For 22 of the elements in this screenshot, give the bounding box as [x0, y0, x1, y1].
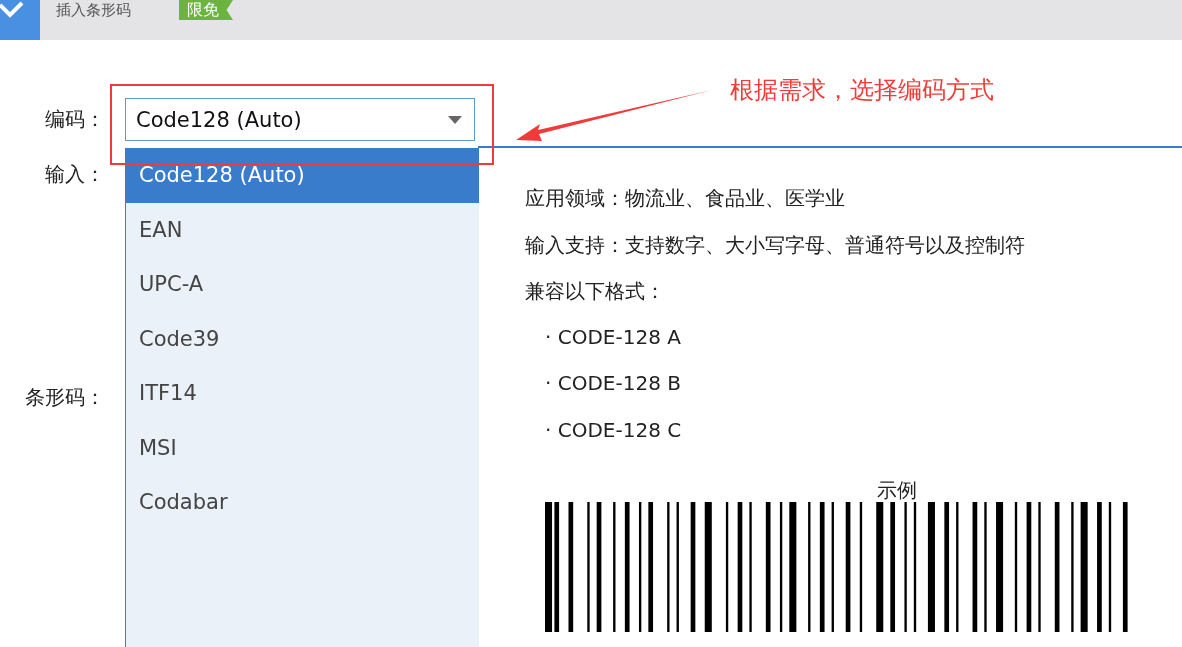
free-badge: 限免 [179, 0, 233, 20]
app-title: 插入条形码 [56, 0, 131, 20]
annotation-text: 根据需求，选择编码方式 [730, 75, 994, 106]
input-label: 输入： [44, 161, 105, 188]
dropdown-option[interactable]: ITF14 [126, 366, 479, 421]
example-label: 示例 [877, 478, 917, 502]
dropdown-option[interactable]: MSI [126, 420, 479, 475]
format-item: · CODE-128 C [544, 417, 683, 444]
info-text: 应用领域：物流业、食品业、医学业 [525, 185, 846, 212]
dropdown-option[interactable]: EAN [126, 202, 479, 257]
encoding-label: 编码： [44, 106, 105, 133]
dropdown-option[interactable]: Codabar [126, 475, 479, 530]
dropdown-option[interactable]: Code39 [126, 311, 479, 366]
dropdown-option[interactable]: UPC-A [126, 257, 479, 312]
format-item: · CODE-128 B [544, 371, 682, 397]
dropdown-option[interactable]: Code128 (Auto) [126, 148, 479, 203]
caret-icon [448, 115, 462, 124]
format-item: · CODE-128 A [544, 324, 682, 351]
info-text: 兼容以下格式： [525, 278, 666, 305]
info-text: 输入支持：支持数字、大小写字母、普通符号以及控制符 [525, 231, 1026, 259]
barcode-label: 条形码： [24, 384, 105, 411]
encoding-dropdown[interactable]: Code128 (Auto) [125, 98, 475, 141]
